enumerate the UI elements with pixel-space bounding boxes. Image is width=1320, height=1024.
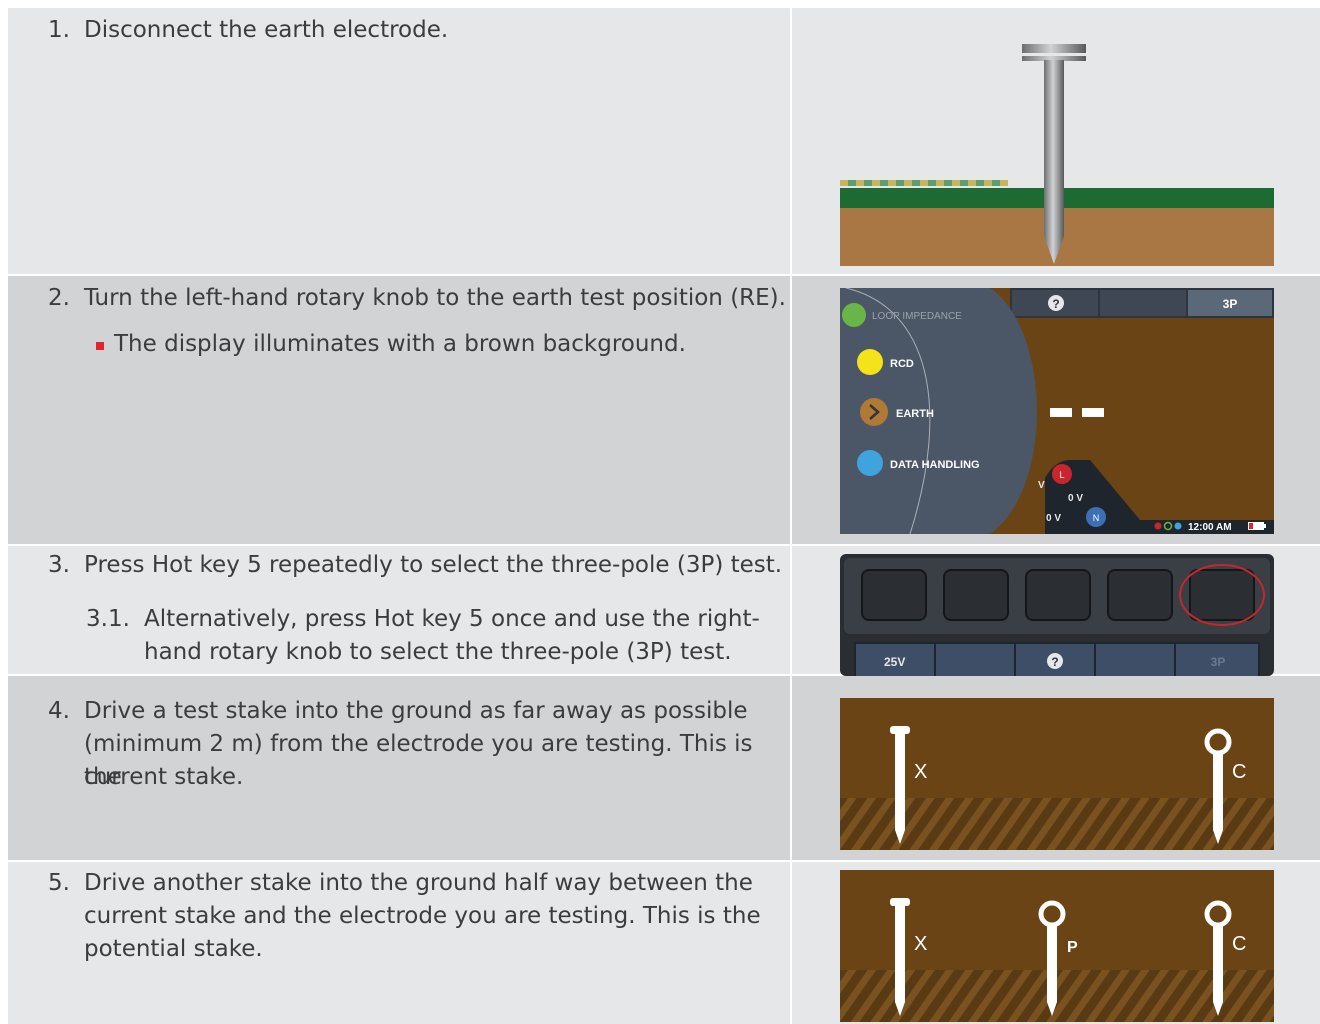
step-text-line1: Drive a test stake into the ground as fa… xyxy=(84,698,748,724)
stake-c-label: C xyxy=(1232,933,1246,955)
step-text-cell: 5. Drive another stake into the ground h… xyxy=(8,862,790,1024)
step-text: Disconnect the earth electrode. xyxy=(84,17,449,43)
stake-x-label: X xyxy=(914,933,927,955)
step-number: 5. xyxy=(48,870,70,896)
step-row-1: 1. Disconnect the earth electrode. xyxy=(8,8,1320,276)
step-row-2: 2. Turn the left-hand rotary knob to the… xyxy=(8,276,1320,546)
step-number: 4. xyxy=(48,698,70,724)
help-icon: ? xyxy=(1052,297,1059,311)
step-number: 1. xyxy=(48,17,70,43)
menu-rcd: RCD xyxy=(890,358,914,370)
menu-loop: LOOP IMPEDANCE xyxy=(872,311,962,322)
step-text-cell: 1. Disconnect the earth electrode. xyxy=(8,8,790,274)
step-text-cell: 3. Press Hot key 5 repeatedly to select … xyxy=(8,546,790,674)
step-figure-cell xyxy=(792,8,1320,274)
bullet-text: The display illuminates with a brown bac… xyxy=(114,331,686,357)
step-figure-cell: X C xyxy=(792,676,1320,860)
substep-text-line1: Alternatively, press Hot key 5 once and … xyxy=(144,606,760,632)
step-text-line2: current stake and the electrode you are … xyxy=(84,903,761,929)
step-text-line1: Drive another stake into the ground half… xyxy=(84,870,753,896)
step-figure-cell: ? 3P LOOP IMPEDANCE RCD EARTH DATA HANDL… xyxy=(792,276,1320,544)
step-row-4: 4. Drive a test stake into the ground as… xyxy=(8,676,1320,862)
step-number: 3. xyxy=(48,552,70,578)
stake-x-label: X xyxy=(914,761,927,783)
mode-label: 3P xyxy=(1223,297,1238,311)
bullet-marker xyxy=(96,342,104,350)
step-text: Press Hot key 5 repeatedly to select the… xyxy=(84,552,783,578)
step-text-line3: potential stake. xyxy=(84,936,263,962)
substep-text-line2: hand rotary knob to select the three-pol… xyxy=(144,639,732,665)
step-text: Turn the left-hand rotary knob to the ea… xyxy=(84,285,786,311)
meter-display-illustration: ? 3P LOOP IMPEDANCE RCD EARTH DATA HANDL… xyxy=(840,288,1274,534)
step-figure-cell: X P C xyxy=(792,862,1320,1024)
stake-c-label: C xyxy=(1232,761,1246,783)
step-row-5: 5. Drive another stake into the ground h… xyxy=(8,862,1320,1024)
volt-b: 0 V xyxy=(1046,513,1061,524)
step-text-cell: 2. Turn the left-hand rotary knob to the… xyxy=(8,276,790,544)
substep-number: 3.1. xyxy=(86,606,130,632)
clock: 12:00 AM xyxy=(1188,522,1232,533)
volt-c: V xyxy=(1038,480,1045,491)
stake-p-label: P xyxy=(1067,939,1078,956)
step-text-line3: current stake. xyxy=(84,764,244,790)
menu-data: DATA HANDLING xyxy=(890,459,980,471)
step-row-3: 3. Press Hot key 5 repeatedly to select … xyxy=(8,546,1320,676)
step-text-cell: 4. Drive a test stake into the ground as… xyxy=(8,676,790,860)
earth-electrode-illustration xyxy=(840,44,1274,266)
step-number: 2. xyxy=(48,285,70,311)
l-badge: L xyxy=(1059,470,1064,480)
menu-earth: EARTH xyxy=(896,408,934,420)
hotkey-label-1: 25V xyxy=(884,655,905,669)
potential-stake-illustration: X P C xyxy=(840,870,1274,1022)
hotkey-help-icon: ? xyxy=(1051,655,1058,669)
volt-a: 0 V xyxy=(1068,493,1083,504)
current-stake-illustration: X C xyxy=(840,698,1274,850)
n-badge: N xyxy=(1093,513,1100,523)
hotkey-label-5: 3P xyxy=(1211,655,1226,669)
hotkeys-illustration: 25V ? 3P xyxy=(840,554,1274,676)
step-figure-cell: 25V ? 3P xyxy=(792,546,1320,676)
